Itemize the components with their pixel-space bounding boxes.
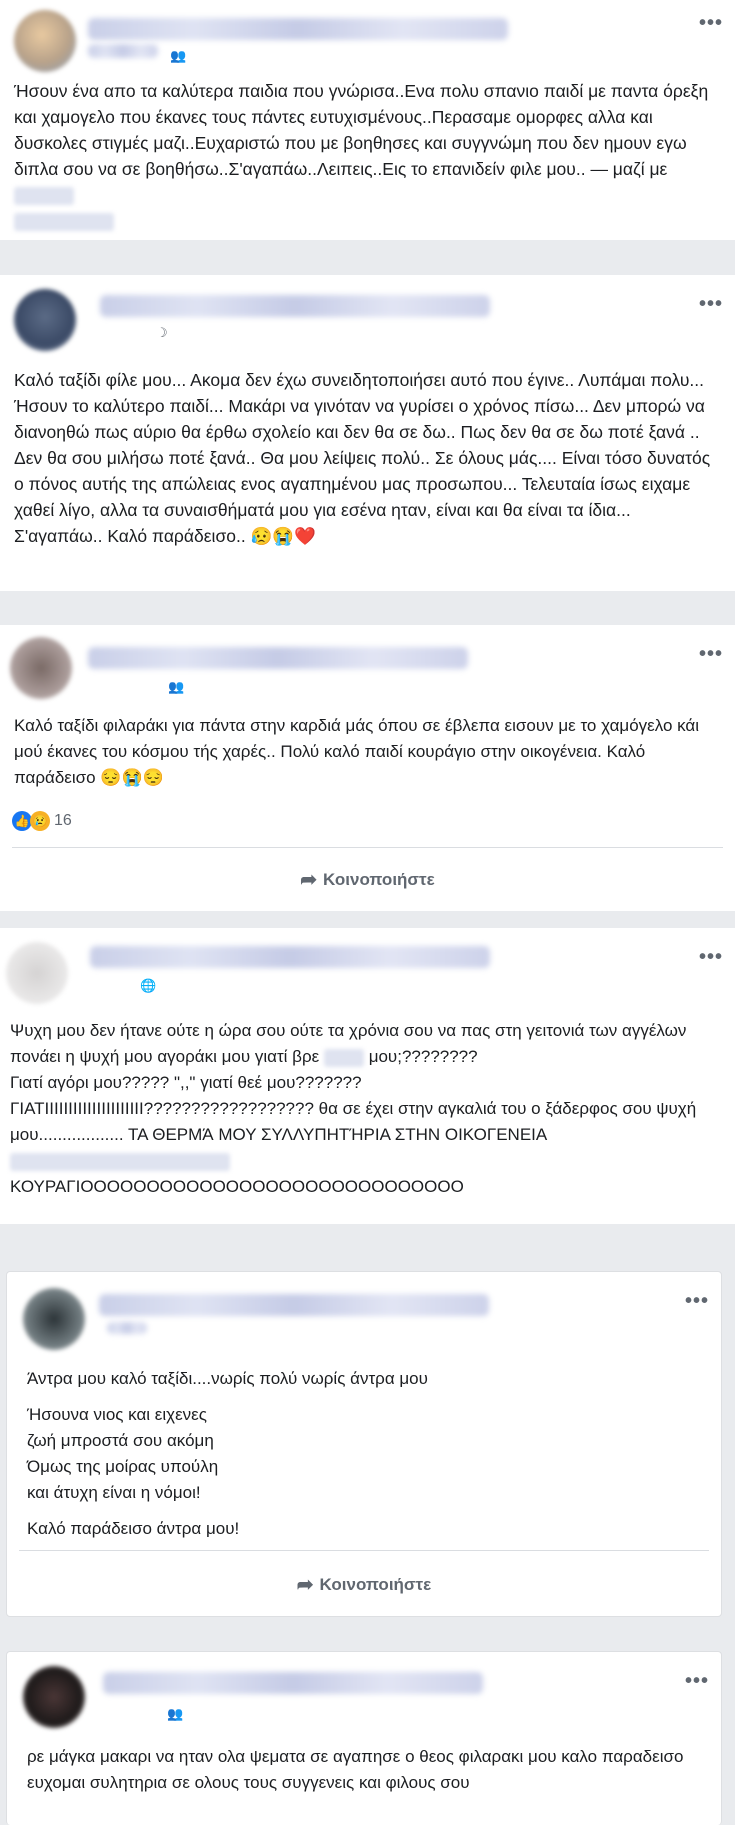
- author-name[interactable]: [90, 946, 490, 968]
- tagged-friend[interactable]: [14, 187, 74, 206]
- sad-reaction-icon: 😢: [30, 811, 50, 831]
- share-label: Κοινοποιήστε: [323, 869, 435, 889]
- author-name[interactable]: [100, 295, 490, 317]
- more-options-icon[interactable]: •••: [699, 13, 723, 33]
- author-name[interactable]: [99, 1294, 489, 1316]
- avatar[interactable]: [14, 289, 76, 351]
- divider: [19, 1550, 709, 1551]
- post-body: Καλό ταξίδι φίλε μου... Ακομα δεν έχω συ…: [14, 370, 711, 546]
- post-text: ρε μάγκα μακαρι να ηταν ολα ψεματα σε αγ…: [27, 1744, 707, 1796]
- post-2: ☽ ••• Καλό ταξίδι φίλε μου... Ακομα δεν …: [0, 275, 735, 591]
- audience-friends-icon: 👥: [167, 1706, 184, 1721]
- author-name[interactable]: [103, 1672, 483, 1694]
- post-emoji: 😔😭😔: [100, 768, 164, 787]
- blurred-name: [323, 1048, 364, 1067]
- time-globe-icon: ☽: [156, 325, 168, 340]
- post-line: ζωή μπροστά σου ακόμη: [27, 1431, 214, 1450]
- author-name[interactable]: [88, 18, 508, 40]
- more-options-icon[interactable]: •••: [699, 947, 723, 967]
- post-line-3: ΓΙΑΤΙΙΙΙΙΙΙΙΙΙΙΙΙΙΙΙΙΙΙΙΙ???????????????…: [10, 1099, 697, 1144]
- like-reaction-icon: 👍: [12, 811, 32, 831]
- share-button[interactable]: ➦ Κοινοποιήστε: [7, 1572, 721, 1597]
- post-4: 🌐 ••• Ψυχη μου δεν ήτανε ούτε η ώρα σου …: [0, 928, 735, 1224]
- post-emoji: 😥😭❤️: [250, 526, 316, 546]
- more-options-icon[interactable]: •••: [699, 644, 723, 664]
- post-text: Καλό ταξίδι φιλαράκι για πάντα στην καρδ…: [14, 713, 721, 791]
- post-line: και άτυχη είναι η νόμοι!: [27, 1483, 201, 1502]
- author-sub: [88, 44, 158, 58]
- post-line-1b: μου;????????: [368, 1047, 478, 1066]
- avatar[interactable]: [23, 1288, 85, 1350]
- post-5: ••• Άντρα μου καλό ταξίδι....νωρίς πολύ …: [6, 1271, 722, 1617]
- divider: [12, 847, 723, 848]
- post-text: Ήσουν ένα απο τα καλύτερα παιδια που γνώ…: [14, 78, 721, 234]
- time-globe-icon: 🌐: [140, 978, 157, 993]
- audience-friends-icon: 👥: [168, 679, 185, 694]
- reactions-count: 16: [54, 812, 72, 829]
- avatar[interactable]: [23, 1666, 85, 1728]
- author-name[interactable]: [88, 647, 468, 669]
- share-label: Κοινοποιήστε: [319, 1574, 432, 1594]
- tagged-friend-2[interactable]: [14, 213, 114, 232]
- share-icon: ➦: [296, 1574, 314, 1596]
- blurred-name: [10, 1152, 230, 1171]
- post-para-3: Καλό παράδεισο άντρα μου!: [27, 1519, 240, 1538]
- post-line-2: Γιατί αγόρι μου????? ",," γιατί θεέ μου?…: [10, 1073, 362, 1092]
- post-text: Ψυχη μου δεν ήτανε ούτε η ώρα σου ούτε τ…: [10, 1018, 725, 1200]
- avatar[interactable]: [6, 942, 68, 1004]
- author-sub: [107, 1322, 147, 1334]
- post-3: 👥 ••• Καλό ταξίδι φιλαράκι για πάντα στη…: [0, 625, 735, 911]
- avatar[interactable]: [10, 637, 72, 699]
- post-body: Ήσουν ένα απο τα καλύτερα παιδια που γνώ…: [14, 81, 709, 179]
- post-text: Άντρα μου καλό ταξίδι....νωρίς πολύ νωρί…: [27, 1366, 707, 1542]
- post-line: Όμως της μοίρας υπούλη: [27, 1457, 219, 1476]
- share-icon: ➦: [300, 869, 318, 891]
- post-line-4: ΚΟΥΡΑΓΙΟΟΟΟΟΟΟΟΟΟΟΟΟΟΟΟΟΟΟΟΟΟΟΟΟΟΟΟΟ: [10, 1177, 464, 1196]
- audience-friends-icon: 👥: [170, 48, 187, 63]
- avatar[interactable]: [14, 10, 76, 72]
- share-button[interactable]: ➦ Κοινοποιήστε: [0, 867, 735, 892]
- post-6: 👥 ••• ρε μάγκα μακαρι να ηταν ολα ψεματα…: [6, 1651, 722, 1825]
- post-text: Καλό ταξίδι φίλε μου... Ακομα δεν έχω συ…: [14, 367, 721, 549]
- post-para-1: Άντρα μου καλό ταξίδι....νωρίς πολύ νωρί…: [27, 1369, 428, 1388]
- more-options-icon[interactable]: •••: [685, 1291, 709, 1311]
- post-line: Ήσουνα νιος και ειχενες: [27, 1405, 207, 1424]
- reactions-summary[interactable]: 👍 😢 16: [12, 811, 72, 831]
- post-body: ρε μάγκα μακαρι να ηταν ολα ψεματα σε αγ…: [27, 1747, 684, 1792]
- more-options-icon[interactable]: •••: [685, 1671, 709, 1691]
- more-options-icon[interactable]: •••: [699, 294, 723, 314]
- post-1: 👥 ••• Ήσουν ένα απο τα καλύτερα παιδια π…: [0, 0, 735, 240]
